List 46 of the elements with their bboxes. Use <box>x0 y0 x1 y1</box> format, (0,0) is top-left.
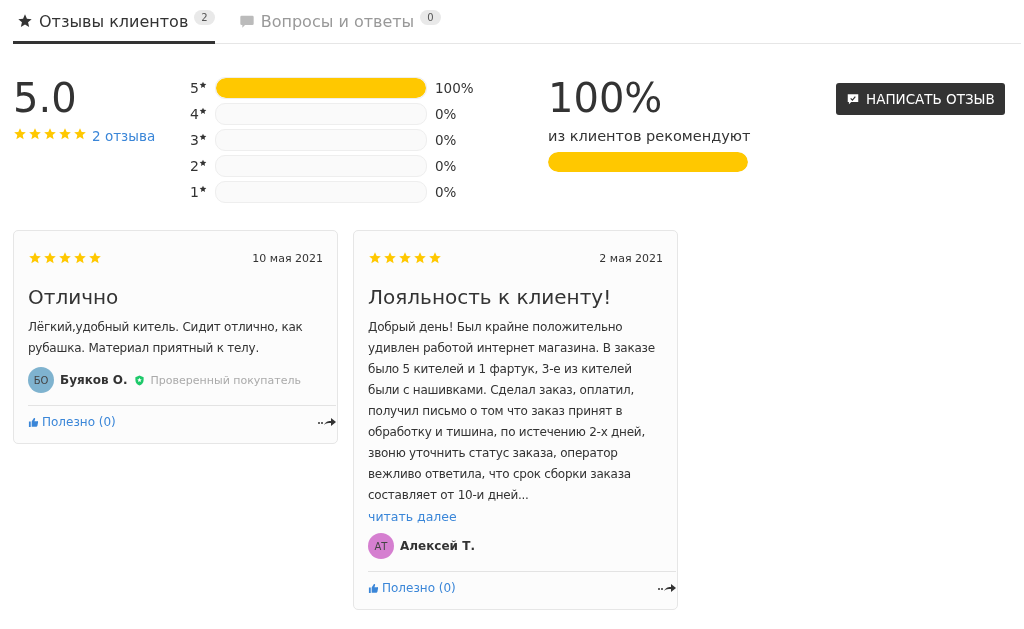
review-title: Лояльность к клиенту! <box>368 285 613 309</box>
shield-icon <box>133 374 145 386</box>
percent-label: 0% <box>435 158 457 174</box>
average-rating: 5.0 <box>13 74 78 122</box>
tab[interactable]: Вопросы и ответы 0 <box>234 6 441 44</box>
percent-label: 100% <box>435 80 474 96</box>
star-icon <box>17 13 33 29</box>
thumbs-up-icon <box>368 582 379 594</box>
star-icon <box>199 159 207 167</box>
reviews-count-link[interactable]: 2 отзыва <box>92 128 156 144</box>
message-check-icon <box>846 92 860 106</box>
read-more-link[interactable]: читать далее <box>368 509 457 524</box>
thumbs-up-icon <box>28 416 39 428</box>
helpful-button[interactable]: Полезно (0) <box>368 581 456 595</box>
recommend-percent: 100% <box>548 74 664 122</box>
avatar: АТ <box>368 533 394 559</box>
star-icon <box>199 185 207 193</box>
star-level-label: 2 <box>190 158 199 174</box>
avatar: БО <box>28 367 54 393</box>
star-icon <box>199 107 207 115</box>
share-icon[interactable] <box>658 583 676 593</box>
review-date: 10 мая 2021 <box>252 251 323 265</box>
review-text: Добрый день! Был крайне положительно удивлен работой интернет магазина. В заказе было 5 кителей и 1 фартук, 3-е из кителей были с нашивками. Сделал заказ, оплатил, получил письмо о том что заказ принят в обработку и тишина, по истечению 2-х дней, звоню уточнить статус заказа, оператор вежливо ответила, что срок сборки заказа составляет от 10-и дней... <box>368 319 656 504</box>
star-level-label: 1 <box>190 184 199 200</box>
star-level-label: 5 <box>190 80 199 96</box>
share-icon[interactable] <box>318 417 336 427</box>
write-review-button[interactable]: НАПИСАТЬ ОТЗЫВ <box>836 83 1005 115</box>
percent-label: 0% <box>435 184 457 200</box>
star-icon <box>199 133 207 141</box>
percent-label: 0% <box>435 106 457 122</box>
helpful-button[interactable]: Полезно (0) <box>28 415 116 429</box>
star-level-label: 3 <box>190 132 199 148</box>
author-name: Алексей Т. <box>400 539 475 553</box>
percent-label: 0% <box>435 132 457 148</box>
review-title: Отлично <box>28 285 120 309</box>
tab[interactable]: Отзывы клиентов 2 <box>13 6 215 44</box>
star-level-label: 4 <box>190 106 199 122</box>
review-text: Лёгкий,удобный китель. Сидит отлично, как рубашка. Материал приятный к телу. <box>28 319 304 357</box>
author-name: Буяков О. <box>60 373 128 387</box>
count-badge: 0 <box>420 10 441 25</box>
chat-icon <box>238 13 255 29</box>
recommend-caption: из клиентов рекомендуют <box>548 128 752 144</box>
review-date: 2 мая 2021 <box>599 251 663 265</box>
count-badge: 2 <box>194 10 215 25</box>
star-icon <box>199 81 207 89</box>
verified-label: Проверенный покупатель <box>150 373 301 387</box>
